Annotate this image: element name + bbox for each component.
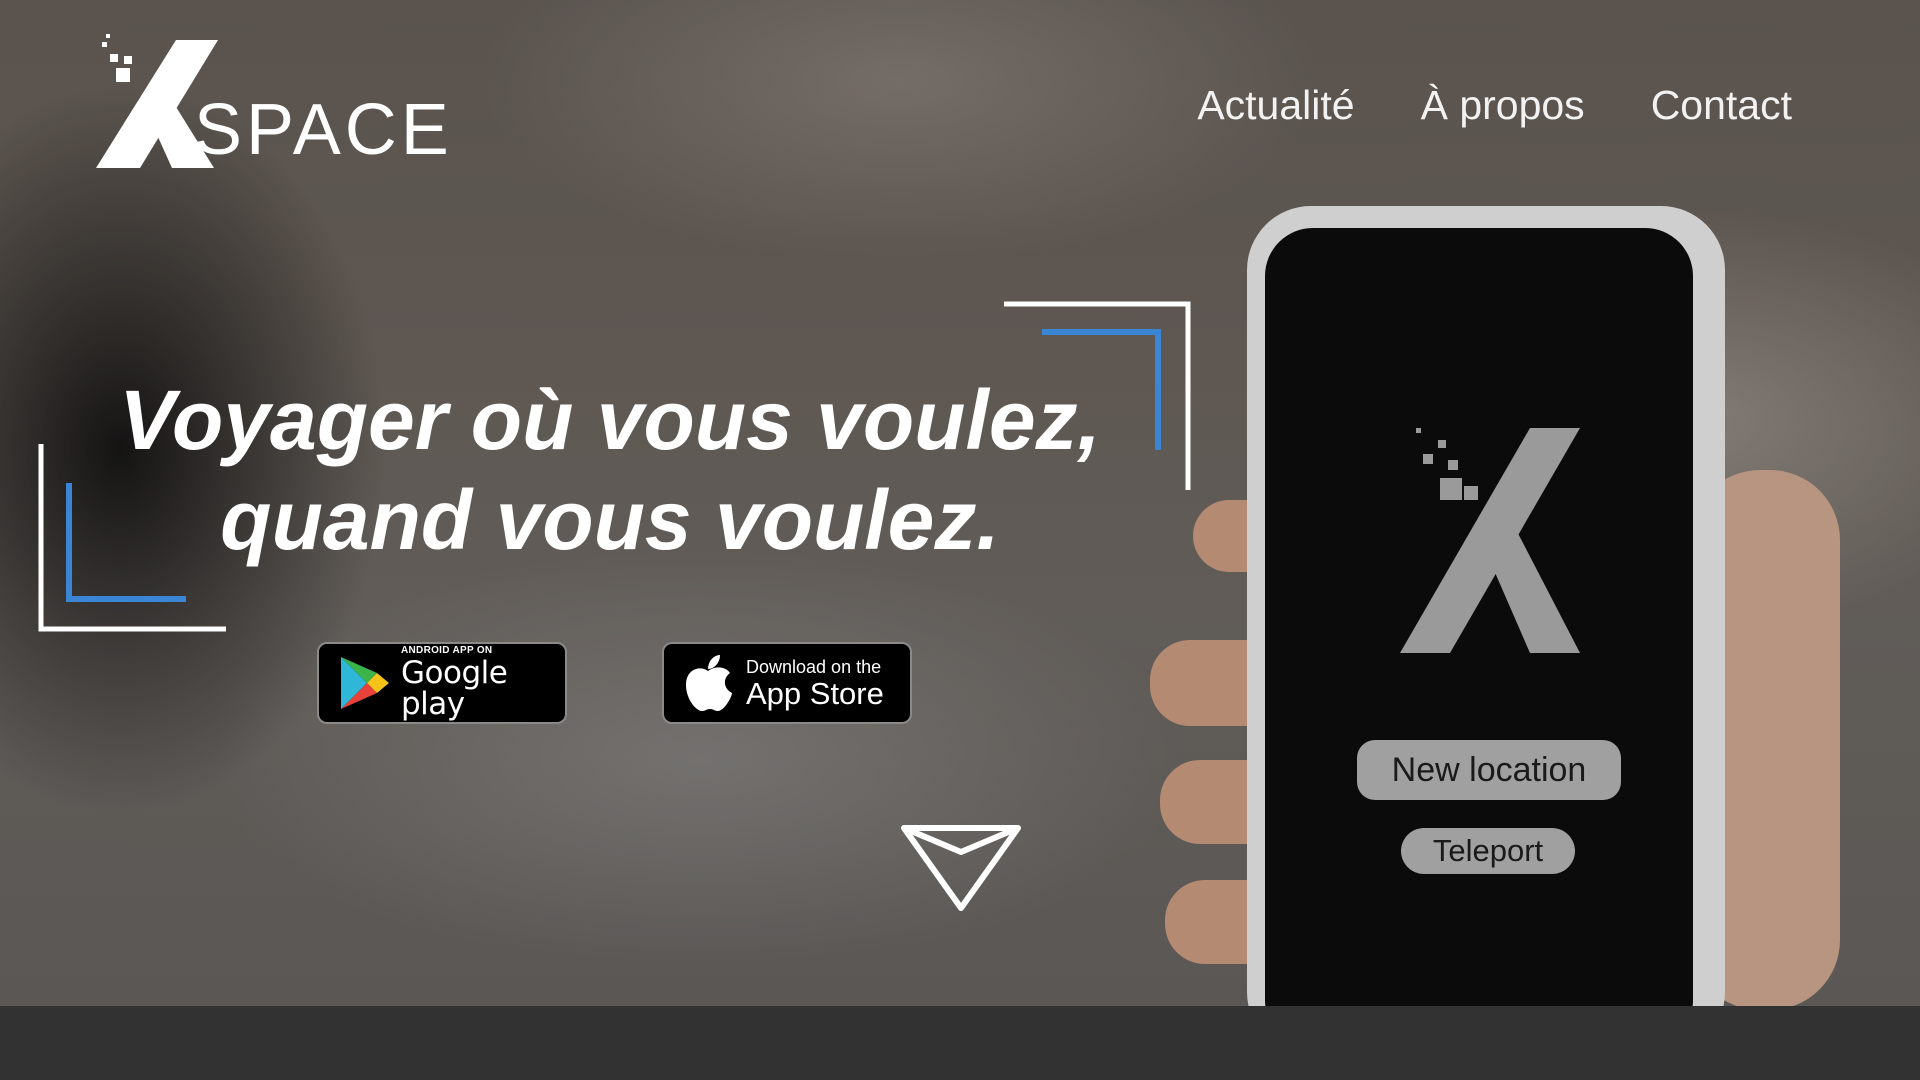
phone-screen: New location Teleport — [1265, 228, 1693, 1006]
app-store-small-text: Download on the — [746, 656, 882, 677]
svg-text:SPACE: SPACE — [194, 90, 453, 170]
main-nav: Actualité À propos Contact — [1197, 82, 1792, 129]
apple-icon — [686, 655, 732, 711]
phone-mockup: New location Teleport — [1247, 206, 1725, 1006]
app-store-big-text: App Store — [746, 675, 884, 711]
hero-headline: Voyager où vous voulez, quand vous voule… — [80, 370, 1140, 570]
google-play-big-text: Google play — [401, 655, 508, 722]
app-store-badge[interactable]: Download on the App Store — [662, 642, 912, 724]
hero-section: New location Teleport SPACE Actualité À … — [0, 0, 1920, 1006]
google-play-icon — [341, 657, 389, 709]
scroll-down-arrow-icon[interactable] — [898, 822, 1024, 914]
google-play-badge[interactable]: ANDROID APP ON Google play — [317, 642, 567, 724]
nav-link-a-propos[interactable]: À propos — [1421, 82, 1585, 129]
xspace-logo-mark-icon: SPACE — [96, 34, 453, 170]
teleport-button[interactable]: Teleport — [1401, 828, 1575, 874]
xspace-x-logo-icon — [1400, 428, 1580, 653]
headline-line-2: quand vous voulez. — [220, 473, 1000, 567]
nav-link-actualite[interactable]: Actualité — [1197, 82, 1354, 129]
xspace-logo[interactable]: SPACE — [96, 34, 476, 174]
headline-line-1: Voyager où vous voulez, — [119, 373, 1101, 467]
nav-link-contact[interactable]: Contact — [1651, 82, 1792, 129]
bottom-bar — [0, 1006, 1920, 1080]
new-location-button[interactable]: New location — [1357, 740, 1621, 800]
